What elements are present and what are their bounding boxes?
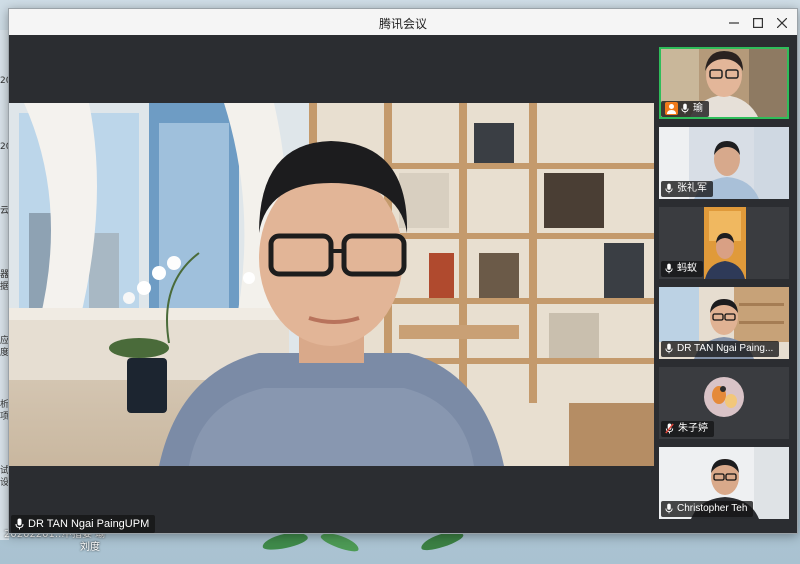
maximize-button[interactable]: [747, 11, 769, 33]
main-speaker-name: DR TAN Ngai PaingUPM: [28, 518, 150, 530]
participant-name: 张礼军: [677, 183, 707, 194]
participant-name-tag: DR TAN Ngai Paing...: [661, 341, 780, 357]
close-button[interactable]: [771, 11, 793, 33]
desktop-file-label[interactable]: 刘度: [80, 542, 100, 553]
participant-tile[interactable]: DR TAN Ngai Paing...: [659, 287, 789, 359]
participant-name-tag: 朱子婷: [661, 421, 714, 437]
participant-tile[interactable]: 朱子婷: [659, 367, 789, 439]
speaker-video-frame: [9, 103, 654, 466]
participant-name-tag: 瑜: [661, 101, 709, 117]
window-title: 腾讯会议: [378, 17, 427, 31]
microphone-icon: [15, 518, 24, 530]
me-badge-icon: [665, 101, 678, 115]
microphone-icon: [665, 343, 673, 354]
microphone-icon: [665, 263, 673, 274]
participant-name: Christopher Teh: [677, 503, 748, 514]
participant-name: 瑜: [693, 103, 703, 114]
participant-tile[interactable]: 瑜: [659, 47, 789, 119]
participant-name-tag: Christopher Teh: [661, 501, 754, 517]
participant-panel[interactable]: 瑜 张礼军 蚂蚁 DR TAN Ngai Paing... 朱子婷 Christ…: [654, 35, 797, 533]
participant-tile[interactable]: 张礼军: [659, 127, 789, 199]
microphone-icon: [665, 503, 673, 514]
minimize-button[interactable]: [723, 11, 745, 33]
participant-name: DR TAN Ngai Paing...: [677, 343, 774, 354]
title-bar[interactable]: 腾讯会议: [9, 9, 797, 36]
minimize-icon: [729, 21, 739, 24]
maximize-icon: [753, 17, 764, 28]
microphone-muted-icon: [665, 423, 674, 434]
participant-tile[interactable]: Christopher Teh: [659, 447, 789, 519]
participant-name-tag: 蚂蚁: [661, 261, 703, 277]
microphone-icon: [665, 183, 673, 194]
microphone-icon: [681, 103, 689, 114]
main-video-area[interactable]: DR TAN Ngai PaingUPM: [9, 35, 654, 533]
participant-name-tag: 张礼军: [661, 181, 713, 197]
main-speaker-name-tag: DR TAN Ngai PaingUPM: [11, 515, 156, 533]
participant-name: 蚂蚁: [677, 263, 697, 274]
main-speaker-video[interactable]: [9, 103, 654, 466]
meeting-window: 腾讯会议 DR TAN Ngai PaingUPM 瑜 张礼军 蚂蚁 DR TA…: [8, 8, 798, 534]
close-icon: [776, 17, 788, 28]
participant-name: 朱子婷: [678, 423, 708, 434]
participant-tile[interactable]: 蚂蚁: [659, 207, 789, 279]
